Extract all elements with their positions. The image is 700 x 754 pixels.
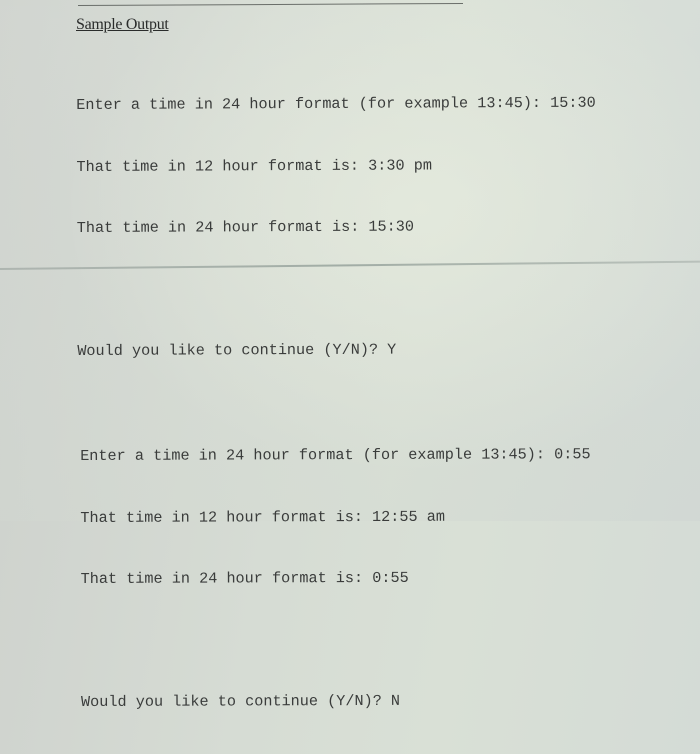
console-output-run-1: Enter a time in 24 hour format (for exam… [76, 52, 597, 403]
result-24h-line: That time in 24 hour format is: 0:55 [80, 568, 409, 588]
prompt-line: Enter a time in 24 hour format (for exam… [76, 93, 596, 114]
console-output-run-2: Enter a time in 24 hour format (for exam… [80, 403, 592, 753]
continue-line: Would you like to continue (Y/N)? Y [77, 340, 397, 360]
result-24h-line: That time in 24 hour format is: 15:30 [76, 217, 415, 237]
horizontal-rule [78, 2, 463, 7]
result-12h-line: That time in 12 hour format is: 12:55 am [80, 507, 445, 527]
section-heading: Sample Output [76, 16, 169, 33]
result-12h-line: That time in 12 hour format is: 3:30 pm [76, 155, 432, 176]
continue-line: Would you like to continue (Y/N)? N [81, 691, 401, 711]
prompt-line: Enter a time in 24 hour format (for exam… [80, 445, 591, 465]
document-page: Sample Output Enter a time in 24 hour fo… [0, 0, 700, 711]
